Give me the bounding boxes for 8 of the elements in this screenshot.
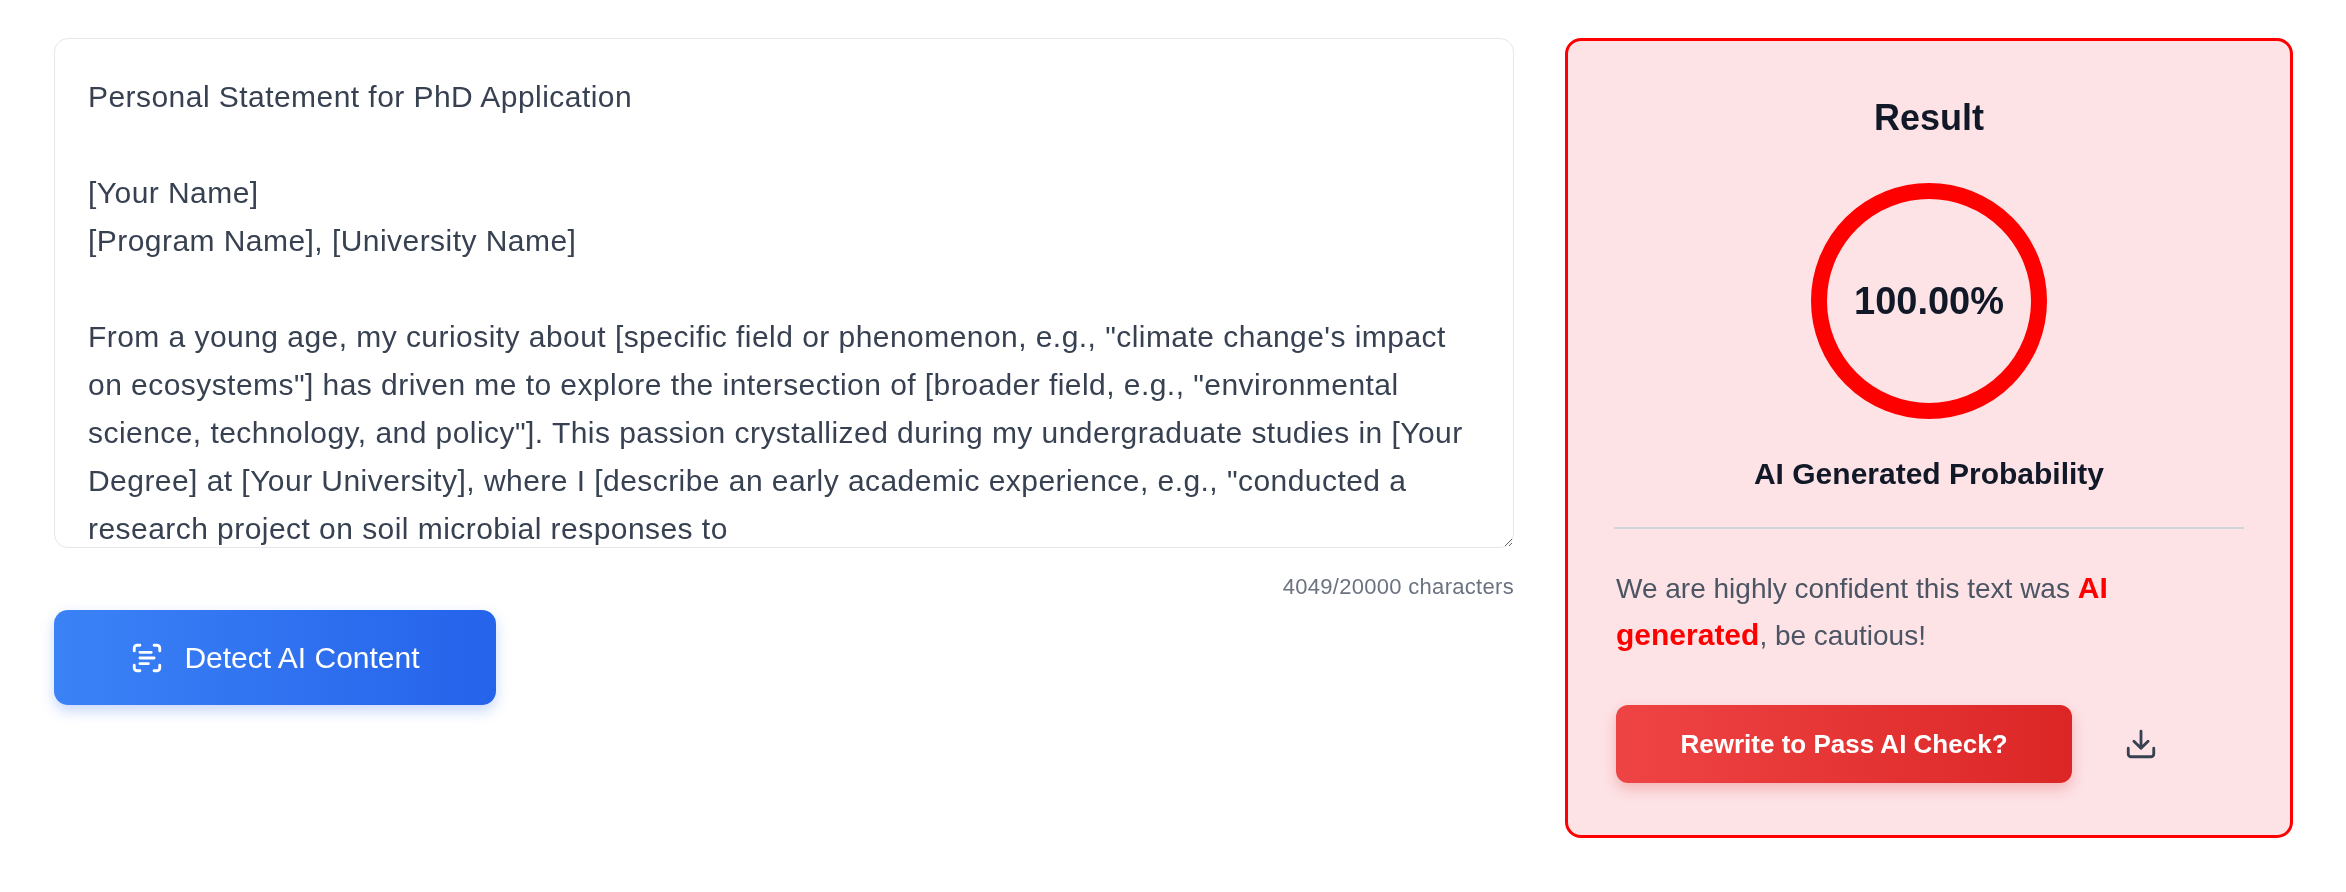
probability-label: AI Generated Probability — [1753, 457, 2105, 491]
result-message: We are highly confident this text was AI generated, be cautious! — [1616, 570, 2109, 653]
detect-button[interactable]: Detect AI Content — [54, 610, 496, 705]
rewrite-button[interactable]: Rewrite to Pass AI Check? — [1616, 705, 2072, 783]
character-count: 4049/20000 characters — [1282, 574, 1514, 600]
probability-value: 100.00% — [1854, 279, 2004, 323]
result-title: Result — [1874, 97, 1984, 139]
text-input-field[interactable]: Personal Statement for PhD Application [Your Name] [Program Name], [University Name] From a young age, my curiosity about [specific field or phenomenon, e.g., "climate change's impact on ecosystems"] has driven me to explore the intersection of [broader field, e.g., "environmental science, technology, and policy"]. This passion crystallized during my undergraduate studies in [Your Degree] at [Your University], where I [describe an early academic experience, e.g., "conducted a research project on soil microbial responses to — [54, 38, 1514, 548]
